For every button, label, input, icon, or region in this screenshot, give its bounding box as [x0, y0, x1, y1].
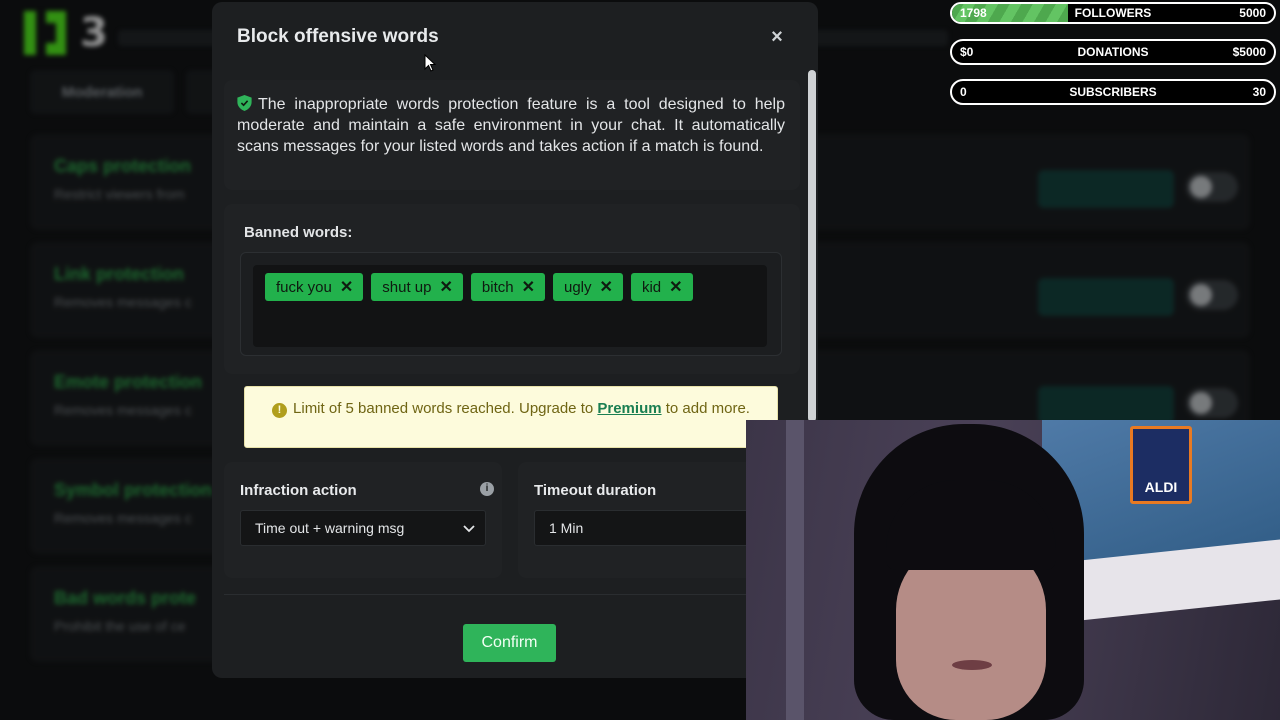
- setting-desc: Removes messages c: [54, 510, 192, 526]
- limit-warning: ! Limit of 5 banned words reached. Upgrad…: [244, 386, 778, 448]
- banned-word-tag: bitch ✕: [470, 273, 545, 301]
- banned-word-tag: shut up ✕: [371, 273, 463, 301]
- webcam-pole: [786, 420, 804, 720]
- setting-desc: Removes messages c: [54, 294, 192, 310]
- mouse-cursor-icon: [424, 54, 436, 72]
- setting-desc: Removes messages c: [54, 402, 192, 418]
- divider: [224, 594, 800, 595]
- warning-text-before: Limit of 5 banned words reached. Upgrade…: [293, 400, 594, 417]
- toggle-switch[interactable]: [1186, 280, 1238, 310]
- setting-title: Caps protection: [54, 156, 192, 176]
- info-box: The inappropriate words protection featu…: [224, 80, 800, 190]
- followers-goal: 5000: [1239, 6, 1266, 20]
- aldi-logo: ALDI: [1130, 426, 1192, 504]
- setting-title: Emote protection: [54, 372, 203, 392]
- info-icon[interactable]: i: [480, 482, 494, 496]
- remove-tag-icon[interactable]: ✕: [669, 277, 682, 297]
- logo-number: 3: [80, 10, 108, 56]
- tag-label: fuck you: [276, 278, 332, 296]
- followers-goal-bar: 1798 FOLLOWERS 5000: [950, 2, 1276, 24]
- infraction-panel: Infraction action i Time out + warning m…: [224, 462, 502, 578]
- remove-tag-icon[interactable]: ✕: [440, 277, 453, 297]
- scrollbar-thumb[interactable]: [808, 70, 816, 422]
- info-text: The inappropriate words protection featu…: [237, 94, 785, 157]
- tag-label: bitch: [481, 278, 514, 296]
- donations-goal-bar: $0 DONATIONS $5000: [950, 39, 1276, 65]
- setting-desc: Prohibit the use of ce: [54, 618, 186, 634]
- banned-word-tag: fuck you ✕: [265, 273, 364, 301]
- tag-input[interactable]: fuck you ✕ shut up ✕ bitch ✕ ugly ✕ kid …: [253, 265, 767, 347]
- banned-word-tag: kid ✕: [630, 273, 693, 301]
- donations-label: DONATIONS: [1077, 45, 1149, 59]
- donations-goal: $5000: [1232, 45, 1266, 59]
- webcam-feed: ALDI: [746, 420, 1280, 720]
- setting-title: Link protection: [54, 264, 184, 284]
- banned-word-tag: ugly ✕: [553, 273, 623, 301]
- shield-check-icon: [237, 95, 252, 111]
- setting-desc: Restrict viewers from: [54, 186, 185, 202]
- subscribers-goal-bar: 0 SUBSCRIBERS 30: [950, 79, 1276, 105]
- webcam-person-mouth: [952, 660, 992, 670]
- remove-tag-icon[interactable]: ✕: [522, 277, 535, 297]
- premium-link[interactable]: Premium: [597, 400, 661, 417]
- chevron-down-icon: [463, 525, 475, 533]
- banned-words-section: Banned words: fuck you ✕ shut up ✕ bitch…: [224, 204, 800, 374]
- configure-button[interactable]: [1038, 386, 1174, 424]
- exclamation-icon: !: [272, 403, 288, 418]
- tag-label: ugly: [564, 278, 592, 296]
- subscribers-goal: 30: [1252, 85, 1266, 99]
- configure-button[interactable]: [1038, 278, 1174, 316]
- configure-button[interactable]: [1038, 170, 1174, 208]
- infraction-value: Time out + warning msg: [255, 520, 405, 536]
- scrollbar[interactable]: [808, 70, 816, 422]
- setting-title: Symbol protection: [54, 480, 213, 500]
- warning-text-after: to add more.: [665, 400, 750, 417]
- close-icon[interactable]: ×: [766, 26, 788, 48]
- tag-label: shut up: [382, 278, 432, 296]
- tag-list: fuck you ✕ shut up ✕ bitch ✕ ugly ✕ kid …: [265, 273, 693, 301]
- toggle-switch[interactable]: [1186, 388, 1238, 418]
- kick-logo-icon: [24, 11, 66, 55]
- donations-current: $0: [960, 45, 974, 59]
- modal-title: Block offensive words: [237, 26, 439, 47]
- infraction-label: Infraction action: [240, 482, 357, 499]
- app-logo: 3: [24, 10, 108, 56]
- tab-moderation[interactable]: Moderation: [30, 70, 174, 114]
- subscribers-current: 0: [960, 85, 967, 99]
- block-words-modal: Block offensive words × The inappropriat…: [212, 2, 818, 678]
- tag-label: kid: [641, 278, 662, 296]
- remove-tag-icon[interactable]: ✕: [340, 277, 353, 297]
- timeout-value: 1 Min: [549, 520, 584, 536]
- screen: 3 Moderation Caps protection Restrict vi…: [0, 0, 1280, 720]
- toggle-switch[interactable]: [1186, 172, 1238, 202]
- background-tabs: Moderation: [30, 70, 226, 114]
- confirm-button[interactable]: Confirm: [463, 624, 556, 662]
- tag-input-frame: fuck you ✕ shut up ✕ bitch ✕ ugly ✕ kid …: [240, 252, 782, 356]
- timeout-label: Timeout duration: [534, 482, 657, 499]
- subscribers-label: SUBSCRIBERS: [1069, 85, 1157, 99]
- info-description: The inappropriate words protection featu…: [237, 96, 785, 155]
- banned-words-label: Banned words:: [244, 224, 353, 241]
- setting-title: Bad words prote: [54, 588, 197, 608]
- remove-tag-icon[interactable]: ✕: [600, 277, 613, 297]
- followers-current: 1798: [960, 6, 987, 20]
- infraction-select[interactable]: Time out + warning msg: [240, 510, 486, 546]
